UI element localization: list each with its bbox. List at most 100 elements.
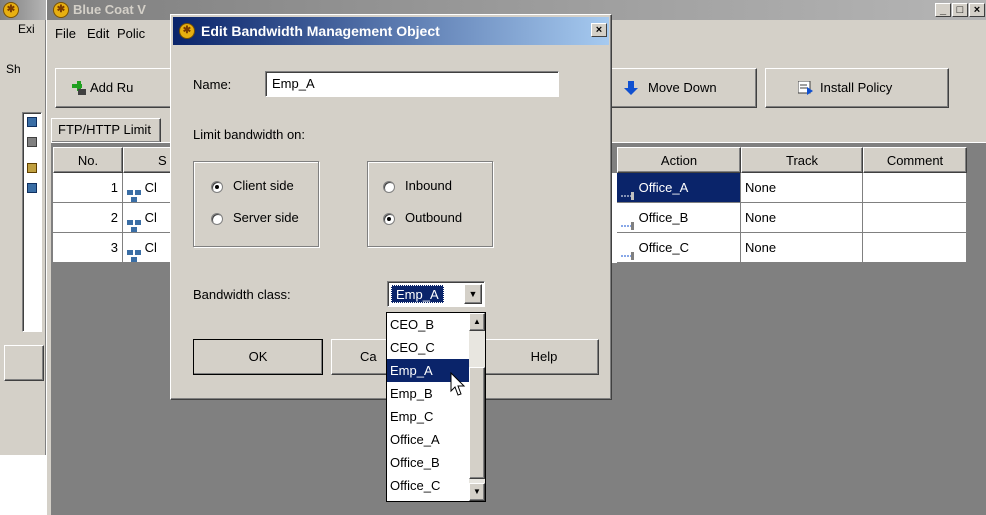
back-icon-1: [27, 117, 37, 127]
add-rule-icon: [72, 81, 86, 95]
col-comment-label: Comment: [886, 153, 944, 168]
column-header-source[interactable]: S: [123, 147, 173, 173]
menu-policy[interactable]: Polic: [117, 26, 145, 41]
column-header-track[interactable]: Track: [741, 147, 863, 173]
client-side-label[interactable]: Client side: [233, 178, 294, 193]
back-button[interactable]: [4, 345, 44, 381]
dialog-title: Edit Bandwidth Management Object: [201, 23, 440, 39]
column-header-action[interactable]: Action: [617, 147, 741, 173]
row-action-value: Office_B: [638, 210, 689, 225]
dialog-titlebar: ✱ Edit Bandwidth Management Object ×: [173, 17, 609, 45]
bandwidth-icon: [621, 183, 635, 200]
install-policy-button[interactable]: Install Policy: [765, 68, 949, 108]
dropdown-item[interactable]: Emp_C: [387, 405, 469, 428]
name-input-value: Emp_A: [272, 76, 315, 91]
help-button-label: Help: [530, 349, 558, 364]
row-track: None: [741, 233, 863, 263]
network-icon: [127, 243, 141, 262]
bandwidth-class-label: Bandwidth class:: [193, 287, 291, 302]
bandwidth-icon: [621, 213, 635, 230]
scroll-thumb[interactable]: [469, 367, 485, 479]
ok-button[interactable]: OK: [193, 339, 323, 375]
client-side-radio[interactable]: [211, 181, 223, 193]
row-source-value: Cl: [144, 240, 157, 255]
help-button[interactable]: Help: [469, 339, 599, 375]
inbound-radio[interactable]: [383, 181, 395, 193]
row-track: None: [741, 203, 863, 233]
row-comment: [863, 203, 967, 233]
tab-ftp-http-limit[interactable]: FTP/HTTP Limit: [51, 118, 161, 142]
minimize-button[interactable]: _: [935, 3, 951, 17]
limit-bandwidth-label: Limit bandwidth on:: [193, 127, 306, 142]
name-input[interactable]: Emp_A: [265, 71, 559, 97]
col-source-label: S: [158, 153, 167, 168]
bandwidth-class-dropdown-list: CEO_B CEO_C Emp_A Emp_B Emp_C Office_A O…: [386, 312, 486, 502]
row-number: 2: [53, 203, 123, 233]
column-header-no[interactable]: No.: [53, 147, 123, 173]
cancel-button-label: Ca: [360, 349, 377, 364]
row-track: None: [741, 173, 863, 203]
row-number-value: 2: [110, 210, 118, 225]
col-track-label: Track: [785, 153, 819, 168]
back-icon-4: [27, 183, 37, 193]
row-track-value: None: [745, 210, 777, 225]
menu-edit[interactable]: Edit: [87, 26, 109, 41]
col-no-label: No.: [77, 153, 99, 168]
back-label-show: Sh: [6, 62, 21, 76]
dialog-close-button[interactable]: ×: [591, 23, 607, 37]
row-source: Cl: [123, 233, 173, 263]
row-source-value: Cl: [144, 180, 157, 195]
dropdown-arrow-button[interactable]: ▼: [464, 284, 482, 304]
row-action: Office_C: [617, 233, 741, 263]
mouse-cursor-icon: [450, 372, 466, 396]
row-action: Office_A: [617, 173, 741, 203]
scroll-down-button[interactable]: ▼: [469, 483, 485, 501]
row-comment: [863, 173, 967, 203]
bandwidth-icon: [621, 243, 635, 260]
add-rule-button[interactable]: Add Ru: [55, 68, 175, 108]
back-label-exit: Exi: [18, 22, 35, 36]
inbound-label[interactable]: Inbound: [405, 178, 452, 193]
install-policy-icon: [797, 80, 814, 98]
network-icon: [127, 213, 141, 232]
move-down-label: Move Down: [648, 80, 717, 95]
row-track-value: None: [745, 180, 777, 195]
server-side-label[interactable]: Server side: [233, 210, 299, 225]
tab-label: FTP/HTTP Limit: [58, 122, 151, 137]
back-icon-3: [27, 163, 37, 173]
outbound-label[interactable]: Outbound: [405, 210, 462, 225]
network-icon: [127, 183, 141, 202]
outbound-radio[interactable]: [383, 213, 395, 225]
close-button[interactable]: ×: [969, 3, 985, 17]
back-icon-2: [27, 137, 37, 147]
column-header-comment[interactable]: Comment: [863, 147, 967, 173]
dropdown-item[interactable]: CEO_C: [387, 336, 469, 359]
dropdown-scrollbar[interactable]: ▲ ▼: [469, 313, 485, 501]
row-source: Cl: [123, 173, 173, 203]
arrow-down-icon: [624, 81, 638, 98]
row-track-value: None: [745, 240, 777, 255]
move-down-button[interactable]: Move Down: [607, 68, 757, 108]
main-window-title: Blue Coat V: [73, 2, 146, 17]
row-action-value: Office_C: [638, 240, 689, 255]
scroll-up-button[interactable]: ▲: [469, 313, 485, 331]
row-number-value: 1: [110, 180, 118, 195]
row-number-value: 3: [110, 240, 118, 255]
ok-button-label: OK: [248, 349, 268, 364]
row-comment: [863, 233, 967, 263]
bandwidth-class-select[interactable]: Emp_A ▼: [387, 281, 485, 307]
maximize-button[interactable]: □: [952, 3, 968, 17]
app-icon: ✱: [179, 23, 195, 39]
server-side-radio[interactable]: [211, 213, 223, 225]
menu-file[interactable]: File: [55, 26, 76, 41]
row-number: 1: [53, 173, 123, 203]
install-policy-label: Install Policy: [820, 80, 893, 95]
dropdown-item[interactable]: Office_B: [387, 451, 469, 474]
row-number: 3: [53, 233, 123, 263]
dropdown-item[interactable]: Office_A: [387, 428, 469, 451]
dropdown-items: CEO_B CEO_C Emp_A Emp_B Emp_C Office_A O…: [387, 313, 469, 497]
dropdown-item[interactable]: Office_C: [387, 474, 469, 497]
bandwidth-class-value: Emp_A: [391, 285, 444, 303]
dropdown-item[interactable]: CEO_B: [387, 313, 469, 336]
name-label: Name:: [193, 77, 232, 92]
